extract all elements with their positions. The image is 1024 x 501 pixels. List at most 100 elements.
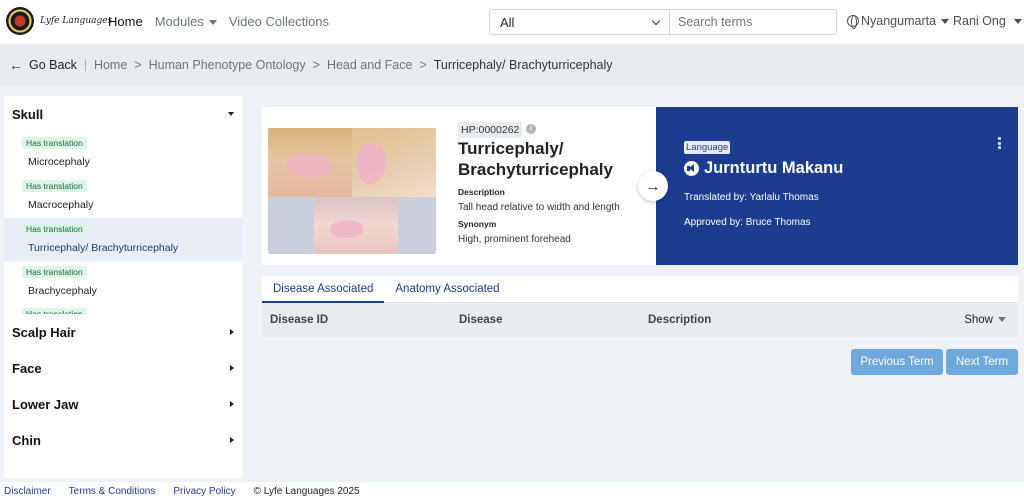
sidebar-group-chin[interactable]: Chin (4, 422, 242, 458)
search-input[interactable] (669, 9, 837, 35)
caret-right-icon (230, 329, 234, 335)
sidebar-item-turricephaly[interactable]: Has translation Turricephaly/ Brachyturr… (4, 218, 242, 261)
language-label: Nyangumarta (861, 14, 937, 28)
term-title: Turricephaly/ Brachyturricephaly (458, 139, 613, 179)
more-options-icon[interactable] (998, 137, 1001, 151)
tab-anatomy-associated[interactable]: Anatomy Associated (384, 276, 510, 303)
previous-term-button[interactable]: Previous Term (851, 349, 943, 375)
search-filter-select[interactable]: All (489, 9, 670, 35)
breadcrumb-separator: > (312, 57, 320, 72)
sidebar-scroll-overflow: Has translation (4, 304, 242, 314)
sidebar-item-microcephaly[interactable]: Has translation Microcephaly (4, 132, 242, 175)
translation-badge: Has translation (22, 266, 87, 278)
sidebar-group-face[interactable]: Face (4, 350, 242, 386)
sidebar-group-label: Lower Jaw (12, 396, 79, 412)
face-blur-mask (330, 220, 364, 238)
term-card: HP:0000262 i Turricephaly/ Brachyturrice… (262, 107, 1018, 265)
sidebar: Skull Has translation Microcephaly Has t… (4, 96, 242, 478)
approved-by: Approved by: Bruce Thomas (684, 217, 811, 228)
term-photo (268, 128, 436, 254)
nav-links: Home Modules Video Collections (108, 14, 341, 29)
column-disease: Disease (459, 314, 503, 326)
footer-disclaimer[interactable]: Disclaimer (4, 486, 51, 497)
caret-down-icon (208, 20, 217, 26)
go-back-label: Go Back (29, 57, 77, 72)
search-filter-value: All (500, 14, 515, 30)
user-dropdown[interactable]: Rani Ong (953, 14, 1023, 28)
tab-disease-associated[interactable]: Disease Associated (262, 276, 385, 303)
breadcrumb-home[interactable]: Home (94, 58, 127, 72)
breadcrumb-separator: > (419, 57, 427, 72)
footer-copyright: © Lyfe Languages 2025 (253, 486, 360, 497)
sidebar-item-brachycephaly[interactable]: Has translation Brachycephaly (4, 261, 242, 304)
speaker-icon[interactable] (684, 161, 699, 176)
sidebar-item-macrocephaly[interactable]: Has translation Macrocephaly (4, 175, 242, 218)
synonym-label: Synonym (458, 219, 497, 229)
synonym-text: High, prominent forehead (458, 234, 571, 245)
caret-down-icon (998, 317, 1006, 323)
sidebar-group-label: Face (12, 360, 42, 376)
brand-name: Lyfe Languages (40, 16, 113, 26)
breadcrumb: ← Go Back Home > Human Phenotype Ontolog… (0, 44, 1024, 85)
sidebar-group-label: Chin (12, 432, 41, 448)
sidebar-group-scalp-hair[interactable]: Scalp Hair (4, 314, 242, 350)
footer: Disclaimer Terms & Conditions Privacy Po… (0, 482, 1024, 501)
sidebar-group-label: Scalp Hair (12, 324, 76, 340)
term-id-badge: HP:0000262 (458, 122, 523, 138)
language-tag: Language (684, 141, 731, 154)
description-text: Tall head relative to width and length (458, 202, 620, 213)
face-blur-mask (356, 142, 386, 184)
association-tabs: Disease Associated Anatomy Associated (262, 276, 1018, 303)
translation-panel: Language Jurnturtu Makanu Translated by:… (656, 107, 1018, 265)
chevron-down-icon (651, 16, 661, 25)
next-term-button[interactable]: Next Term (946, 349, 1018, 375)
nav-video-collections[interactable]: Video Collections (229, 14, 329, 29)
sidebar-group-label: Skull (12, 106, 44, 122)
caret-right-icon (230, 401, 234, 407)
description-label: Description (458, 187, 505, 197)
globe-icon (847, 15, 859, 29)
breadcrumb-head-face[interactable]: Head and Face (327, 58, 412, 72)
caret-down-icon (1014, 19, 1023, 25)
arrow-left-icon: ← (9, 56, 23, 73)
breadcrumb-current: Turricephaly/ Brachyturricephaly (433, 57, 613, 72)
face-blur-mask (286, 154, 332, 178)
sidebar-item-label: Microcephaly (28, 156, 90, 168)
footer-terms[interactable]: Terms & Conditions (69, 486, 156, 497)
language-dropdown[interactable]: Nyangumarta (847, 14, 950, 29)
caret-down-icon (941, 18, 950, 24)
info-icon[interactable]: i (526, 124, 536, 134)
caret-right-icon (230, 437, 234, 443)
translation-badge: Has translation (22, 137, 87, 149)
translation-word: Jurnturtu Makanu (704, 159, 844, 177)
user-name: Rani Ong (953, 14, 1006, 28)
footer-privacy[interactable]: Privacy Policy (173, 486, 235, 497)
sidebar-group-skull[interactable]: Skull (4, 96, 242, 132)
column-description: Description (648, 314, 712, 326)
disease-table-header: Disease ID Disease Description Show (262, 304, 1018, 337)
sidebar-item-label: Brachycephaly (28, 285, 97, 297)
sidebar-item-label: Turricephaly/ Brachyturricephaly (28, 242, 179, 254)
logo-mark-icon (6, 7, 34, 35)
translation-badge: Has translation (22, 308, 87, 314)
caret-right-icon (230, 365, 234, 371)
nav-modules[interactable]: Modules (155, 14, 217, 29)
brand-logo[interactable]: Lyfe Languages (6, 7, 112, 35)
translation-badge: Has translation (22, 223, 87, 235)
sidebar-group-lower-jaw[interactable]: Lower Jaw (4, 386, 242, 422)
nav-home[interactable]: Home (108, 14, 143, 29)
nav-modules-label: Modules (154, 14, 204, 29)
breadcrumb-separator: > (134, 57, 142, 72)
translated-by: Translated by: Yarlalu Thomas (684, 192, 819, 203)
show-dropdown[interactable]: Show (964, 314, 1006, 326)
divider (84, 58, 86, 71)
show-label: Show (964, 314, 993, 326)
sidebar-item-label: Macrocephaly (28, 199, 94, 211)
caret-down-icon (228, 112, 234, 116)
top-navbar: Lyfe Languages Home Modules Video Collec… (0, 0, 1024, 44)
arrow-right-icon[interactable]: → (638, 171, 668, 201)
translation-badge: Has translation (22, 180, 87, 192)
breadcrumb-hpo[interactable]: Human Phenotype Ontology (149, 58, 306, 72)
column-disease-id: Disease ID (270, 314, 329, 326)
go-back-button[interactable]: ← Go Back (9, 57, 77, 73)
